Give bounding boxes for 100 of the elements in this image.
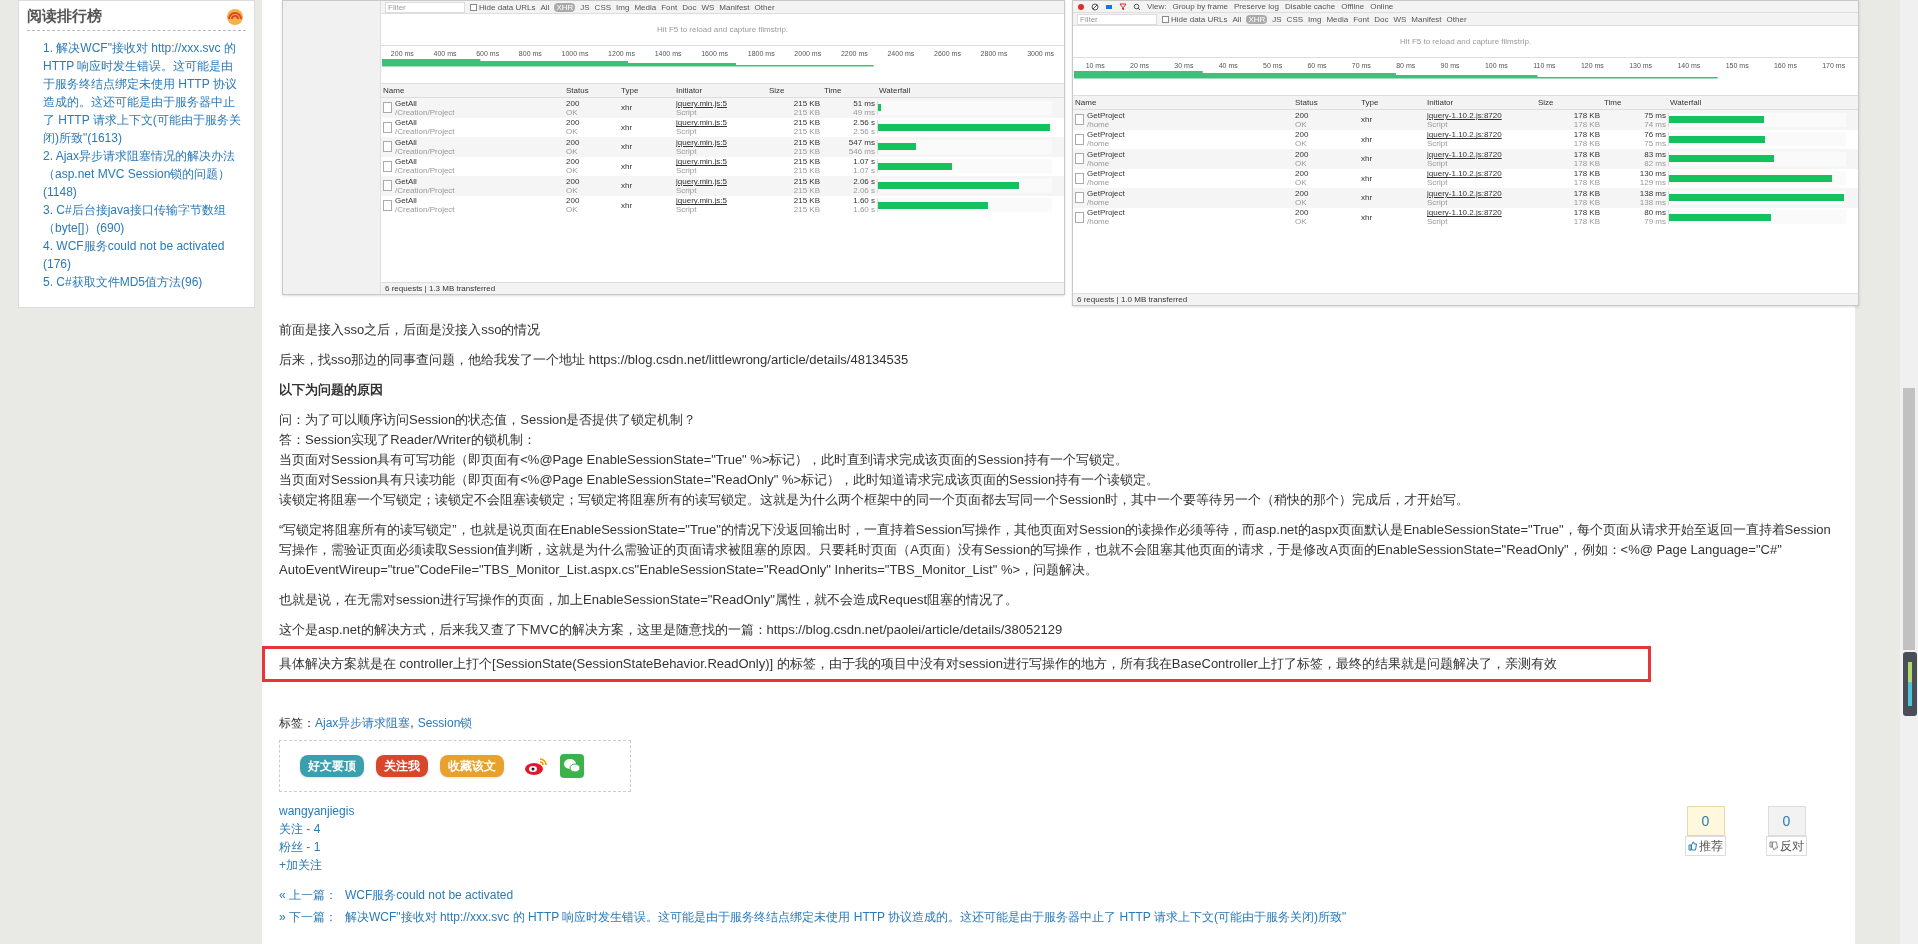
thumb-down-icon [1769, 841, 1779, 851]
type-filter[interactable]: Media [1326, 14, 1349, 24]
type-filter[interactable]: Doc [682, 2, 697, 12]
paragraph: 后来，找sso那边的同事查问题，他给我发了一个地址 https://blog.csdn.net/littlewrong/article/details/48134535 [278, 351, 910, 369]
toolbar-option[interactable]: Group by frame [1172, 2, 1228, 11]
type-filter[interactable]: Img [1308, 14, 1322, 24]
type-filter[interactable]: All [1232, 14, 1242, 24]
request-name[interactable]: GetProject [1087, 188, 1125, 198]
scrollbar-thumb[interactable] [1903, 388, 1915, 650]
share-button[interactable]: 关注我 [376, 755, 428, 777]
table-cell-text: xhr [621, 122, 634, 132]
request-name[interactable]: GetProject [1087, 169, 1125, 179]
table-cell: 1.60 s [853, 205, 875, 215]
post-link[interactable]: WCF服务could not be activated [345, 886, 514, 904]
column-header[interactable]: Status [1293, 98, 1359, 107]
type-filter[interactable]: Media [634, 2, 657, 12]
request-name[interactable]: GetAll [395, 157, 455, 167]
follow-link[interactable]: +加关注 [279, 856, 322, 874]
column-header[interactable]: Size [767, 86, 822, 95]
checkbox[interactable] [1162, 15, 1169, 23]
chat-bubbles-icon[interactable] [560, 754, 584, 778]
column-header[interactable]: Initiator [674, 86, 767, 95]
table-cell-text: Script [676, 146, 697, 156]
ranking-link[interactable]: 4. WCF服务could not be activated (176) [43, 236, 242, 273]
spiral-logo-icon[interactable] [524, 756, 548, 776]
toolbar-option[interactable]: Preserve log [1234, 2, 1279, 11]
request-name[interactable]: GetAll [395, 98, 455, 108]
type-filter[interactable]: Font [661, 2, 678, 12]
column-header[interactable]: Time [1602, 98, 1668, 107]
type-filter[interactable]: All [540, 2, 550, 12]
post-link[interactable]: 解决WCF"接收对 http://xxx.svc 的 HTTP 响应时发生错误。这可能是由于服务终结点绑定未使用 HTTP 协议造成的。这还可能是由于服务器中止了 HTTP 请求上下文(可能由于服务关闭)所致" [345, 908, 1347, 926]
vote-count: 0 [1686, 806, 1725, 836]
table-cell-text: 200 [566, 196, 581, 206]
table-cell: 130 ms [1639, 169, 1666, 179]
table-cell-text: jquery.min.js:5 [676, 196, 728, 206]
column-header[interactable]: Initiator [1425, 98, 1536, 107]
request-name[interactable]: GetAll [395, 176, 455, 186]
toolbar-option[interactable]: Online [1370, 2, 1394, 11]
table-cell: 215 KB [793, 146, 820, 156]
followers-link[interactable]: 粉丝 - 1 [279, 838, 321, 856]
request-name[interactable]: GetProject [1087, 110, 1125, 120]
ranking-link[interactable]: 5. C#获取文件MD5值方法(96) [43, 272, 242, 291]
request-name[interactable]: GetAll [395, 196, 455, 206]
search-icon[interactable] [1133, 2, 1141, 11]
toolbar-option[interactable]: Offline [1341, 2, 1365, 11]
toolbar-option[interactable]: Disable cache [1284, 2, 1336, 11]
type-filter[interactable]: CSS [594, 2, 612, 12]
table-cell: 215 KB [793, 127, 820, 137]
request-path: /Creation/Project [395, 166, 455, 176]
table-cell: 178 KB [1573, 217, 1600, 227]
column-header[interactable]: Waterfall [877, 86, 1052, 95]
ranking-link[interactable]: 3. C#后台接java接口传输字节数组（byte[]）(690) [43, 200, 242, 237]
ranking-link[interactable]: 1. 解决WCF"接收对 http://xxx.svc 的 HTTP 响应时发生错误。这可能是由于服务终结点绑定未使用 HTTP 协议造成的。这还可能是由于服务器中止了 HTTP 请求上下文(可能由于服务关闭)所致"(1613) [43, 38, 242, 147]
checkbox-label: Hide data URLs [1171, 14, 1228, 24]
following-link[interactable]: 关注 - 4 [279, 820, 321, 838]
filter-icon[interactable] [1119, 2, 1127, 11]
table-cell-text: jquery-1.10.2.js:8720 [1427, 188, 1503, 198]
tag-link[interactable]: Ajax异步请求阻塞 [315, 714, 411, 732]
author-link[interactable]: wangyanjiegis [279, 802, 355, 820]
ranking-link[interactable]: 2. Ajax异步请求阻塞情况的解决办法（asp.net MVC Session锁的问题）(1148) [43, 146, 242, 201]
toolbar-option[interactable]: View: [1147, 2, 1167, 11]
request-name[interactable]: GetProject [1087, 208, 1125, 218]
column-header[interactable]: Name [381, 86, 564, 95]
request-name[interactable]: GetProject [1087, 149, 1125, 159]
column-header[interactable]: Size [1536, 98, 1602, 107]
request-path: /home [1087, 178, 1111, 188]
column-header[interactable]: Type [1359, 98, 1425, 107]
table-cell-text: Script [1427, 119, 1448, 129]
column-header[interactable]: Name [1073, 98, 1293, 107]
request-name[interactable]: GetAll [395, 137, 455, 147]
checkbox[interactable] [470, 3, 477, 11]
record-icon[interactable] [1077, 2, 1085, 11]
type-filter[interactable]: CSS [1286, 14, 1304, 24]
request-name[interactable]: GetProject [1087, 130, 1125, 140]
type-filter[interactable]: WS [1393, 14, 1407, 24]
column-header[interactable]: Type [619, 86, 674, 95]
type-filter[interactable]: WS [701, 2, 715, 12]
table-cell-text: 200 [1295, 169, 1310, 179]
tag-link[interactable]: Session锁 [417, 714, 473, 732]
recommend-button[interactable]: 推荐 [1685, 836, 1726, 856]
type-filter[interactable]: Manifest [1411, 14, 1442, 24]
type-filter[interactable]: Manifest [719, 2, 750, 12]
table-cell: 215 KB [793, 107, 820, 117]
type-filter[interactable]: Img [616, 2, 630, 12]
request-path: /home [1087, 158, 1110, 168]
column-header[interactable]: Waterfall [1668, 98, 1846, 107]
table-cell: 1.07 s [853, 166, 875, 176]
type-filter[interactable]: Doc [1374, 14, 1389, 24]
type-filter[interactable]: Other [1446, 14, 1467, 24]
type-filter[interactable]: Font [1353, 14, 1370, 24]
table-cell-text: jquery.min.js:5 [676, 176, 728, 186]
column-header[interactable]: Status [564, 86, 619, 95]
oppose-button[interactable]: 反对 [1766, 836, 1807, 856]
type-filter[interactable]: Other [754, 2, 775, 12]
request-name[interactable]: GetAll [395, 118, 455, 128]
clear-icon[interactable] [1091, 2, 1099, 11]
type-filter[interactable]: JS [1272, 14, 1282, 24]
column-header[interactable]: Time [822, 86, 877, 95]
type-filter[interactable]: JS [580, 2, 590, 12]
meter-widget-icon[interactable] [1903, 652, 1917, 716]
